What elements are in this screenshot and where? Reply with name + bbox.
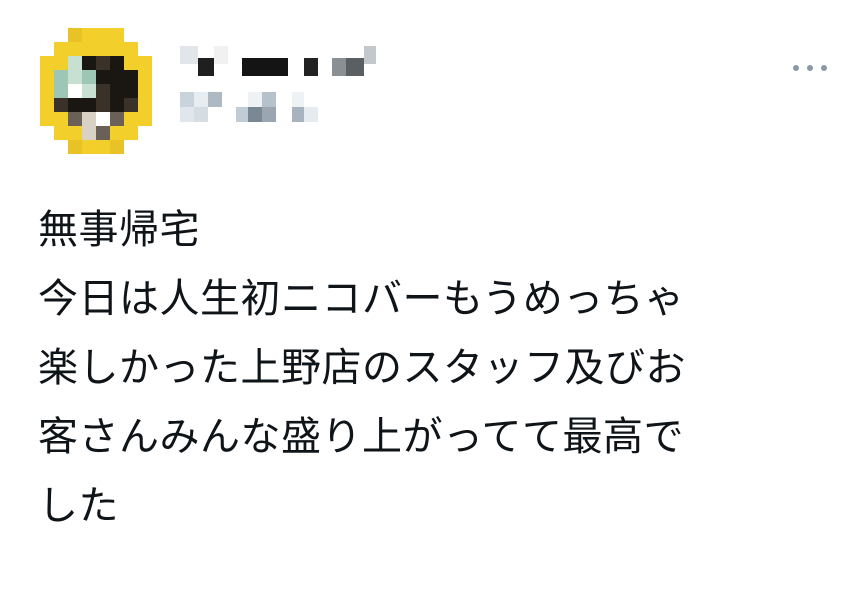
more-options-button[interactable] xyxy=(793,58,827,78)
tweet-text-line: 無事帰宅 xyxy=(38,207,200,253)
tweet-text-line: 今日は人生初ニコバーもうめっちゃ xyxy=(38,276,685,322)
tweet-text-line: した xyxy=(38,483,119,529)
tweet-text-line: 楽しかった上野店のスタッフ及びお xyxy=(38,345,686,391)
avatar[interactable] xyxy=(40,28,152,154)
tweet-text: 無事帰宅 今日は人生初ニコバーもうめっちゃ 楽しかった上野店のスタッフ及びお 客… xyxy=(38,196,818,541)
more-horizontal-icon xyxy=(793,65,799,71)
more-horizontal-icon xyxy=(821,65,827,71)
more-horizontal-icon xyxy=(807,65,813,71)
display-name-redacted[interactable] xyxy=(180,46,380,76)
handle-redacted[interactable] xyxy=(180,92,340,122)
tweet-card[interactable]: 無事帰宅 今日は人生初ニコバーもうめっちゃ 楽しかった上野店のスタッフ及びお 客… xyxy=(0,0,849,598)
tweet-text-line: 客さんみんな盛り上がってて最高で xyxy=(38,414,684,460)
